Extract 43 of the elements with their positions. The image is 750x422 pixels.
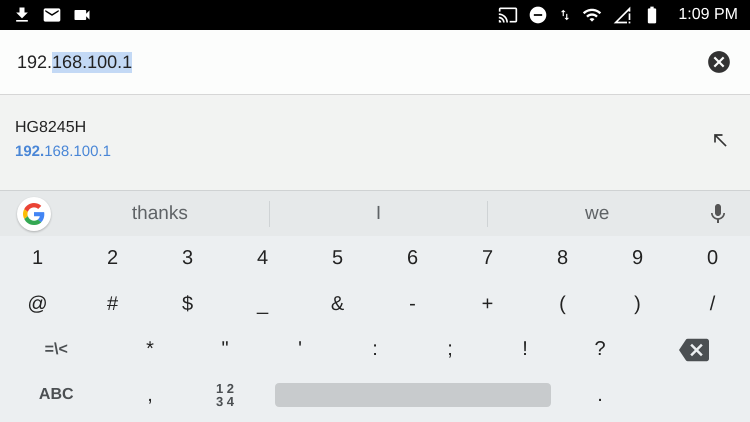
suggestion-title[interactable]: HG8245H: [15, 119, 710, 137]
keyboard-key[interactable]: @: [0, 282, 75, 326]
keyboard-key[interactable]: 0: [675, 236, 750, 281]
keyboard-key[interactable]: &: [300, 282, 375, 326]
keyboard-key[interactable]: 5: [300, 236, 375, 281]
keyboard-key[interactable]: :: [338, 328, 412, 372]
keyboard-key[interactable]: (: [525, 282, 600, 326]
word-suggestion[interactable]: we: [488, 198, 706, 228]
keyboard-key[interactable]: 9: [600, 236, 675, 281]
keyboard-key[interactable]: 4: [225, 236, 300, 281]
keyboard-key[interactable]: 6: [375, 236, 450, 281]
keyboard-key[interactable]: /: [675, 282, 750, 326]
keyboard-key[interactable]: ': [262, 328, 338, 372]
keyboard-key[interactable]: 1 2 3 4: [188, 373, 262, 418]
keyboard-key[interactable]: *: [112, 328, 188, 372]
keyboard-key[interactable]: ABC: [0, 373, 112, 418]
clock-time: 1:09 PM: [678, 6, 738, 24]
word-suggestion[interactable]: I: [270, 198, 488, 228]
keyboard-key[interactable]: .: [562, 373, 638, 418]
keyboard-key[interactable]: ,: [112, 373, 188, 418]
keyboard-key[interactable]: 2: [75, 236, 150, 281]
keyboard-key[interactable]: ;: [412, 328, 488, 372]
clear-button[interactable]: [706, 49, 732, 75]
keyboard-key[interactable]: 7: [450, 236, 525, 281]
keyboard-key[interactable]: ": [188, 328, 262, 372]
keyboard-key[interactable]: -: [375, 282, 450, 326]
keyboard-key[interactable]: !: [488, 328, 562, 372]
word-suggestion[interactable]: thanks: [51, 198, 269, 228]
keyboard-key[interactable]: #: [75, 282, 150, 326]
keyboard-key[interactable]: ): [600, 282, 675, 326]
keyboard-key[interactable]: $: [150, 282, 225, 326]
keyboard-key[interactable]: =\<: [0, 328, 112, 372]
cast-icon: [498, 5, 518, 25]
do-not-disturb-icon: [528, 5, 548, 25]
keyboard-key[interactable]: _: [225, 282, 300, 326]
google-logo-icon: [23, 202, 45, 224]
signal-icon: [612, 5, 632, 25]
keyboard-key[interactable]: ?: [562, 328, 638, 372]
google-button[interactable]: [17, 196, 51, 230]
keyboard-key[interactable]: 3: [150, 236, 225, 281]
keyboard-key[interactable]: 1: [0, 236, 75, 281]
keyboard-key[interactable]: +: [450, 282, 525, 326]
keyboard-key[interactable]: 8: [525, 236, 600, 281]
